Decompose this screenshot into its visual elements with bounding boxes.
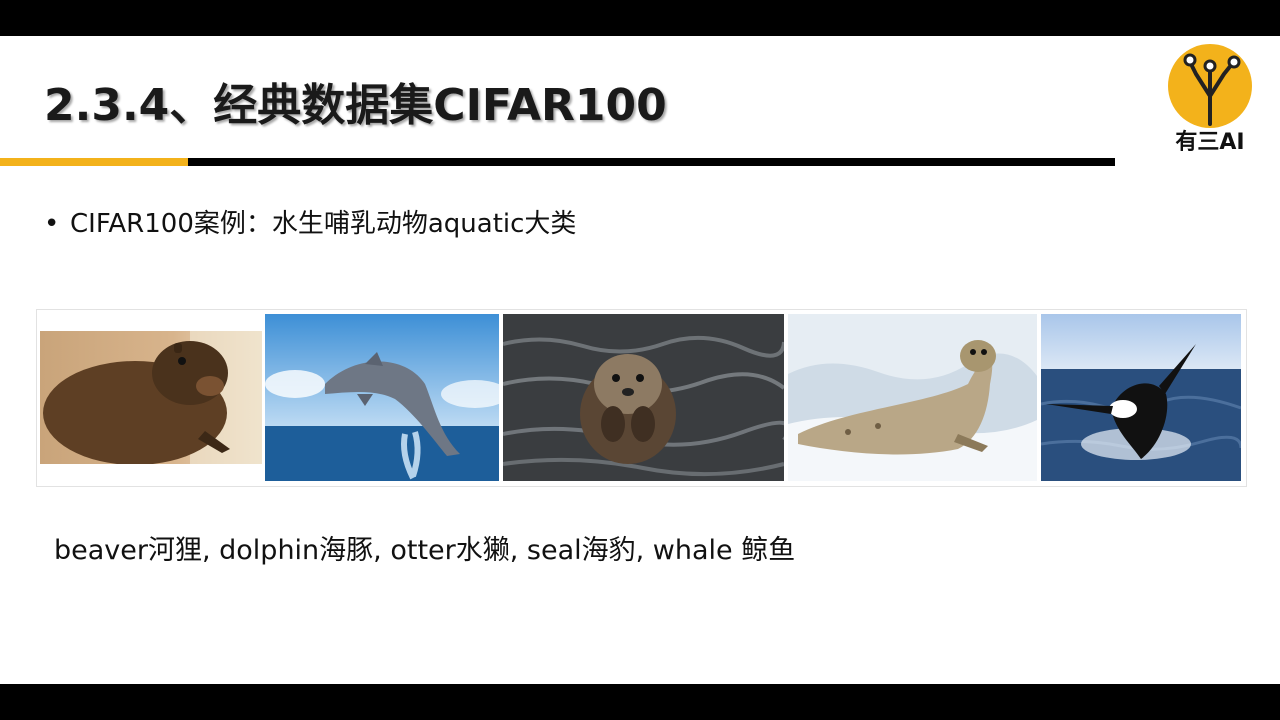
seal-photo (788, 314, 1037, 481)
slide-title: 2.3.4、经典数据集CIFAR100 (44, 80, 667, 131)
bullet-item: • CIFAR100案例：水生哺乳动物aquatic大类 (44, 206, 576, 242)
image-strip (36, 309, 1247, 487)
otter-photo (503, 314, 784, 481)
letterbox-bottom (0, 684, 1280, 720)
beaver-photo (40, 331, 262, 464)
title-rule (188, 158, 1115, 166)
class-list-caption: beaver河狸, dolphin海豚, otter水獭, seal海豹, wh… (54, 535, 796, 566)
bullet-marker: • (44, 209, 60, 239)
slide: 2.3.4、经典数据集CIFAR100 有三AI • CIFAR100案例：水生哺… (0, 36, 1280, 684)
logo-text: 有三AI (1175, 130, 1245, 155)
title-rule-accent (0, 158, 188, 166)
letterbox-top (0, 0, 1280, 36)
bullet-text: CIFAR100案例：水生哺乳动物aquatic大类 (70, 209, 577, 239)
dolphin-photo (265, 314, 499, 481)
whale-photo (1041, 314, 1241, 481)
